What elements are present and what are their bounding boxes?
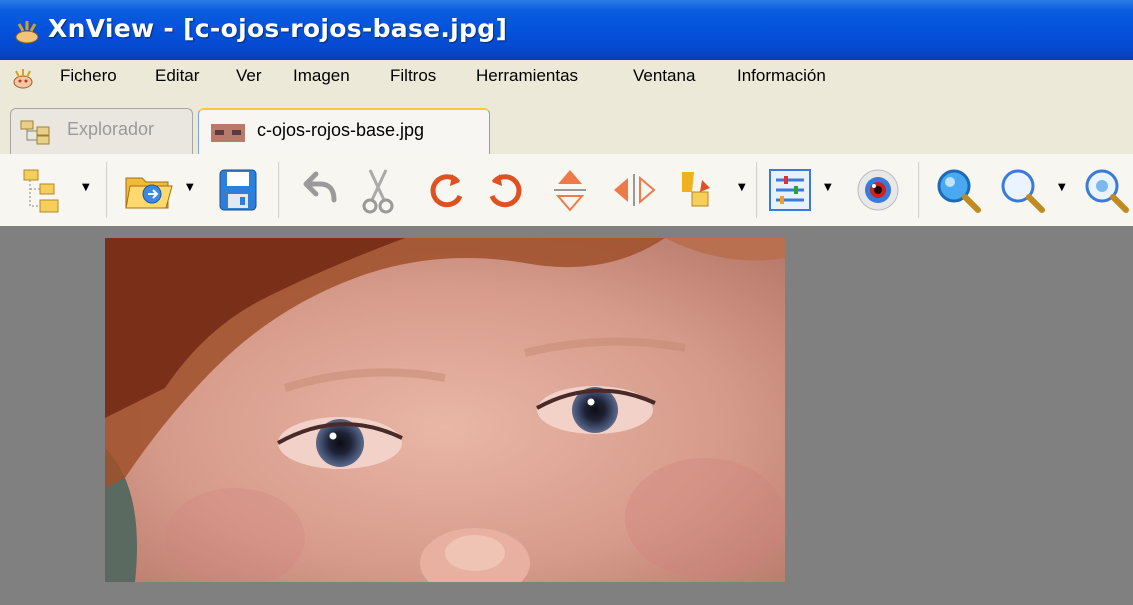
title-bar[interactable]: XnView - [c-ojos-rojos-base.jpg]: [0, 0, 1133, 60]
browser-folders-icon: [23, 169, 59, 213]
menu-imagen[interactable]: Imagen: [293, 66, 350, 86]
adjust-levels-icon: [769, 169, 811, 211]
menu-ver[interactable]: Ver: [236, 66, 262, 86]
document-system-menu-icon[interactable]: [10, 68, 36, 90]
rotate-left-icon: [430, 174, 463, 208]
rotate-left-button[interactable]: [418, 162, 474, 218]
adjust-dropdown-arrow[interactable]: ▼: [824, 182, 834, 193]
flip-vertical-icon: [554, 170, 586, 212]
flip-vertical-button[interactable]: [542, 162, 598, 218]
window-title: XnView - [c-ojos-rojos-base.jpg]: [48, 14, 508, 43]
zoom-fit-icon: [1085, 169, 1129, 213]
zoom-out-icon: [1001, 169, 1045, 213]
open-button[interactable]: [120, 162, 176, 218]
undo-button[interactable]: [290, 162, 346, 218]
tab-explorador-label: Explorador: [67, 119, 155, 139]
photo-child-face[interactable]: [105, 238, 785, 582]
browser-folders-button[interactable]: [16, 162, 72, 218]
undo-arrow-icon: [303, 171, 337, 203]
toolbar-separator: [756, 162, 758, 218]
save-button[interactable]: [210, 162, 266, 218]
transform-dropdown-arrow[interactable]: ▼: [738, 182, 748, 193]
tab-explorador[interactable]: Explorador: [10, 108, 193, 154]
photo-image: [105, 238, 785, 582]
zoom-out-button[interactable]: [994, 162, 1050, 218]
toolbar-separator: [918, 162, 920, 218]
flip-horizontal-button[interactable]: [606, 162, 662, 218]
menu-herramientas[interactable]: Herramientas: [476, 66, 578, 86]
transform-button[interactable]: [668, 162, 724, 218]
rotate-right-icon: [489, 174, 522, 208]
open-folder-icon: [125, 177, 173, 209]
adjust-button[interactable]: [764, 162, 820, 218]
tab-image-label: c-ojos-rojos-base.jpg: [257, 120, 425, 140]
menu-informacion[interactable]: Información: [737, 66, 826, 86]
zoom-fit-button[interactable]: [1078, 162, 1133, 218]
zoom-in-icon: [937, 169, 981, 213]
menu-editar[interactable]: Editar: [155, 66, 199, 86]
menu-ventana[interactable]: Ventana: [633, 66, 695, 86]
flip-horizontal-icon: [614, 174, 656, 206]
red-eye-icon: [857, 169, 899, 211]
menu-filtros[interactable]: Filtros: [390, 66, 436, 86]
browser-dropdown-arrow[interactable]: ▼: [82, 182, 92, 193]
xnview-app-icon: [15, 21, 39, 44]
zoom-dropdown-arrow[interactable]: ▼: [1058, 182, 1068, 193]
zoom-in-button[interactable]: [930, 162, 986, 218]
toolbar-separator: [278, 162, 280, 218]
image-thumbnail-icon: [211, 124, 245, 142]
transform-icon: [682, 172, 710, 207]
rotate-right-button[interactable]: [478, 162, 534, 218]
menu-fichero[interactable]: Fichero: [60, 66, 117, 86]
cut-scissors-icon: [362, 169, 394, 214]
explorer-tree-icon: [20, 120, 50, 145]
red-eye-button[interactable]: [850, 162, 906, 218]
tab-image[interactable]: c-ojos-rojos-base.jpg: [198, 108, 490, 154]
toolbar-separator: [106, 162, 108, 218]
open-dropdown-arrow[interactable]: ▼: [186, 182, 196, 193]
cut-button[interactable]: [350, 162, 406, 218]
save-floppy-icon: [219, 169, 257, 211]
